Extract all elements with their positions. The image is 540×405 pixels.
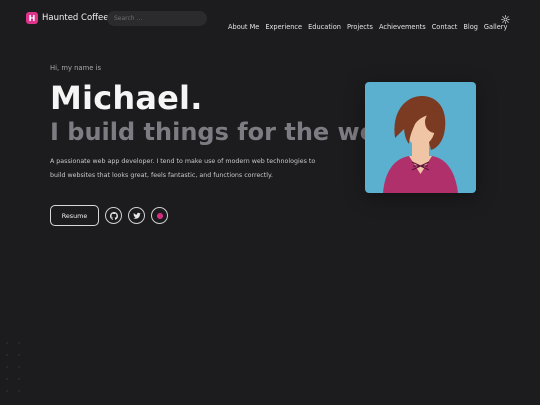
search-input[interactable] xyxy=(107,11,207,26)
nav-item-about-me[interactable]: About Me xyxy=(228,23,259,31)
brand-link[interactable]: H Haunted Coffee xyxy=(26,12,109,24)
twitter-link[interactable] xyxy=(128,207,145,224)
theme-toggle-button[interactable] xyxy=(499,13,511,25)
nav-item-blog[interactable]: Blog xyxy=(463,23,478,31)
top-nav: H Haunted Coffee About Me Experience Edu… xyxy=(0,0,540,38)
hero-section: Hi, my name is Michael. I build things f… xyxy=(50,64,393,183)
nav-item-education[interactable]: Education xyxy=(308,23,341,31)
nav-item-achievements[interactable]: Achievements xyxy=(379,23,426,31)
profile-avatar xyxy=(365,82,476,193)
hero-name: Michael. xyxy=(50,79,203,117)
github-link[interactable] xyxy=(105,207,122,224)
woman-avatar-illustration xyxy=(383,95,458,193)
nav-item-contact[interactable]: Contact xyxy=(432,23,458,31)
dribbble-icon xyxy=(156,212,163,219)
hero-greeting: Hi, my name is xyxy=(50,64,101,72)
resume-button[interactable]: Resume xyxy=(50,205,99,226)
dribbble-link[interactable] xyxy=(151,207,168,224)
hero-tagline: I build things for the web xyxy=(50,118,394,146)
sun-icon xyxy=(500,14,510,24)
github-icon xyxy=(109,211,118,220)
twitter-icon xyxy=(132,212,141,219)
brand-name: Haunted Coffee xyxy=(42,13,109,23)
nav-menu: About Me Experience Education Projects A… xyxy=(228,14,507,33)
hero-bio: A passionate web app developer. I tend t… xyxy=(50,158,316,179)
hero-actions: Resume xyxy=(50,205,168,226)
brand-logo-icon: H xyxy=(26,12,38,24)
nav-item-experience[interactable]: Experience xyxy=(265,23,302,31)
nav-item-projects[interactable]: Projects xyxy=(347,23,373,31)
